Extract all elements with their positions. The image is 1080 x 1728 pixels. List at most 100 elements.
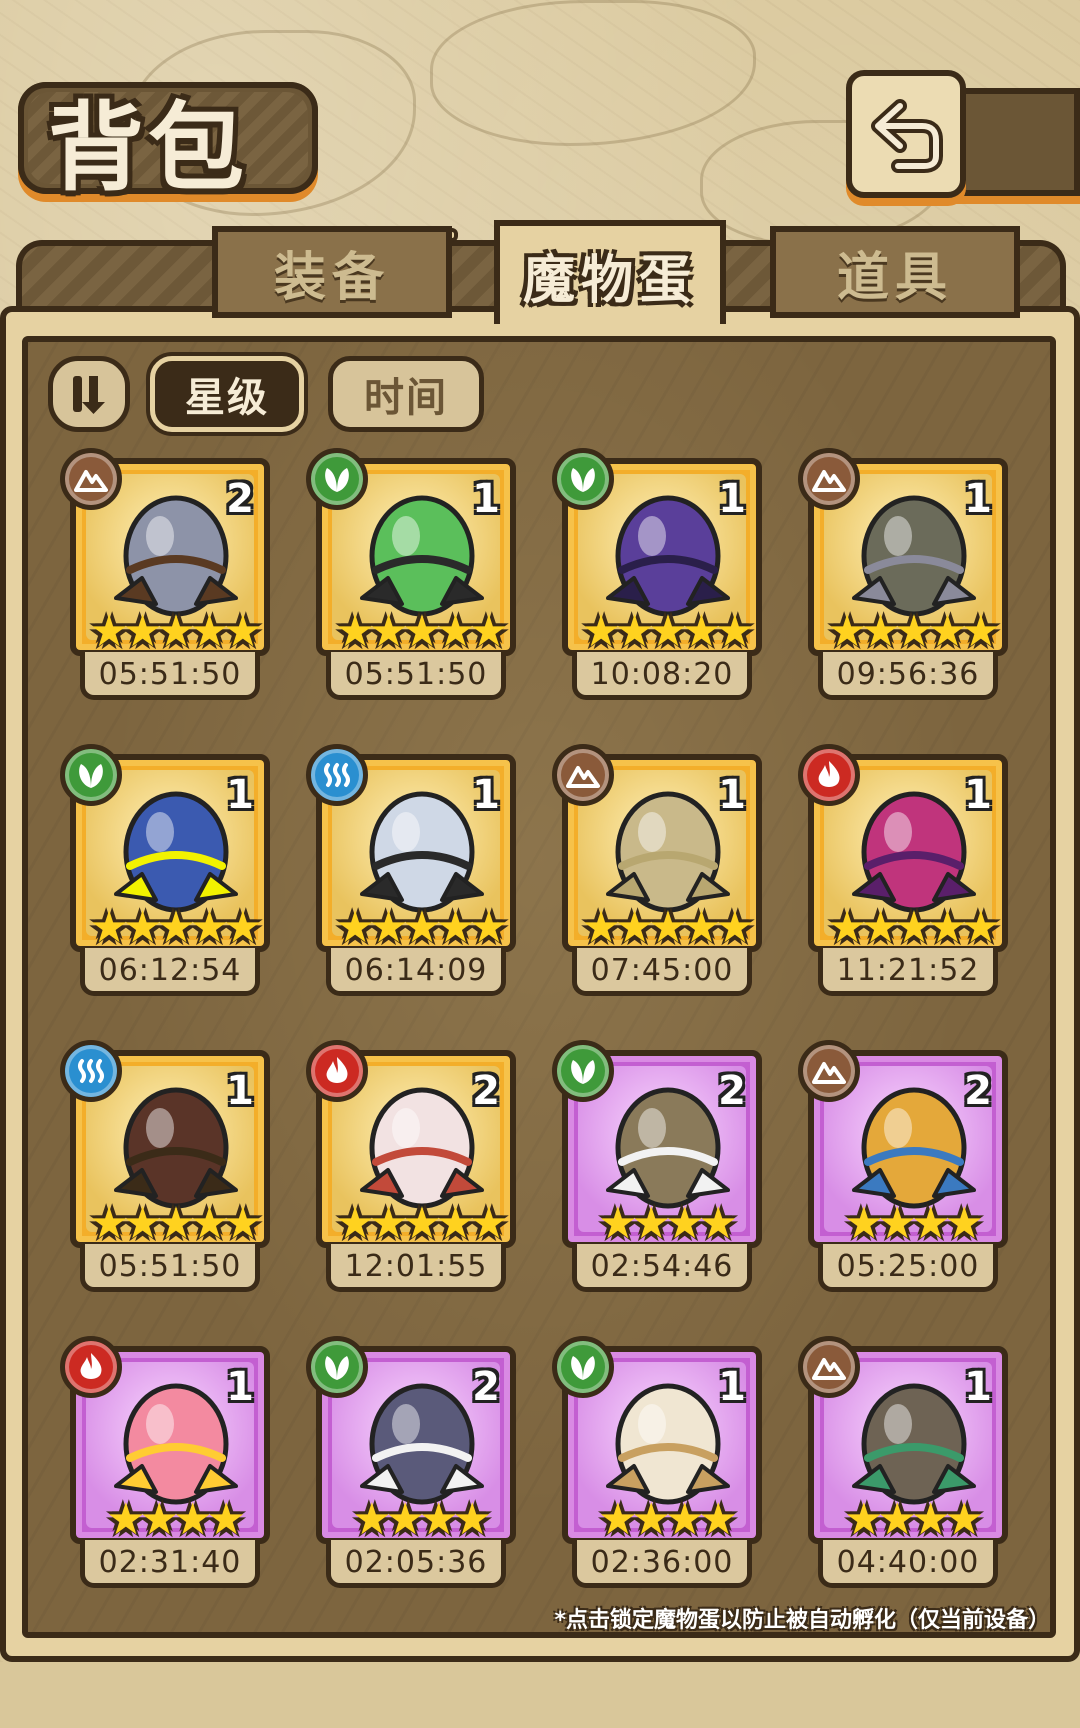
star-rating: ★★★★★: [76, 606, 264, 656]
sort-order-button[interactable]: [48, 356, 130, 432]
star-icon: ★: [715, 902, 755, 952]
star-rating: ★★★★★: [814, 902, 1002, 952]
egg-item[interactable]: 1 ★★★★★ 07:45:00: [552, 744, 782, 1012]
egg-item[interactable]: 1 ★★★★★ 06:14:09: [306, 744, 536, 1012]
earth-element-icon: [60, 448, 122, 510]
tab-items[interactable]: 道具: [770, 226, 1020, 318]
star-icon: ★: [961, 606, 1001, 656]
lock-hint-text: *点击锁定魔物蛋以防止被自动孵化（仅当前设备）: [554, 1608, 1050, 1633]
star-icon: ★: [223, 1198, 263, 1248]
egg-item[interactable]: 2 ★★★★★ 05:51:50: [60, 448, 290, 716]
egg-count: 1: [964, 1364, 992, 1410]
egg-item[interactable]: 1 ★★★★★ 06:12:54: [60, 744, 290, 1012]
water-element-icon: [306, 744, 368, 806]
egg-item[interactable]: 1 ★★★★ 02:31:40: [60, 1336, 290, 1604]
hatch-timer: 05:51:50: [80, 1244, 260, 1292]
star-icon: ★: [469, 606, 509, 656]
star-rating: ★★★★★: [568, 610, 756, 651]
hatch-timer: 05:25:00: [818, 1244, 998, 1292]
egg-item[interactable]: 1 ★★★★ 02:36:00: [552, 1336, 782, 1604]
egg-item[interactable]: 1 ★★★★★ 05:51:50: [60, 1040, 290, 1308]
egg-item[interactable]: 2 ★★★★ 02:05:36: [306, 1336, 536, 1604]
star-rating: ★★★★: [322, 1494, 510, 1544]
star-icon: ★: [698, 1494, 738, 1544]
grass-element-icon: [306, 448, 368, 510]
earth-element-icon: [798, 1336, 860, 1398]
star-icon: ★: [223, 902, 263, 952]
egg-item[interactable]: 1 ★★★★★ 09:56:36: [798, 448, 1028, 716]
grass-element-icon: [306, 1336, 368, 1398]
hatch-timer: 10:08:20: [572, 652, 752, 700]
hatch-timer: 09:56:36: [818, 652, 998, 700]
hatch-timer: 04:40:00: [818, 1540, 998, 1588]
tab-equipment[interactable]: 装备: [212, 226, 452, 318]
star-rating: ★★★★★: [322, 902, 510, 952]
star-rating: ★★★★: [814, 1494, 1002, 1544]
egg-item[interactable]: 2 ★★★★ 05:25:00: [798, 1040, 1028, 1308]
egg-count: 1: [964, 476, 992, 522]
hatch-timer: 05:51:50: [326, 652, 506, 700]
page-title: 背包: [48, 92, 248, 204]
sort-order-icon: [73, 376, 105, 414]
egg-count: 1: [472, 476, 500, 522]
star-icon: ★: [469, 1198, 509, 1248]
earth-element-icon: [798, 448, 860, 510]
bottom-edge: [0, 1662, 1080, 1728]
star-rating: ★★★★★: [322, 606, 510, 656]
egg-count: 1: [718, 476, 746, 522]
egg-count: 2: [964, 1068, 992, 1114]
hatch-timer: 06:14:09: [326, 948, 506, 996]
hatch-timer: 06:12:54: [80, 948, 260, 996]
egg-count: 2: [718, 1068, 746, 1114]
hatch-timer: 12:01:55: [326, 1244, 506, 1292]
star-icon: ★: [206, 1494, 246, 1544]
sort-by-stars-button[interactable]: 星级: [150, 356, 304, 432]
fire-element-icon: [798, 744, 860, 806]
egg-count: 1: [718, 1364, 746, 1410]
star-rating: ★★★★★: [568, 902, 756, 952]
star-icon: ★: [698, 1198, 738, 1248]
star-icon: ★: [452, 1494, 492, 1544]
earth-element-icon: [798, 1040, 860, 1102]
hatch-timer: 11:21:52: [818, 948, 998, 996]
egg-item[interactable]: 1 ★★★★★ 05:51:50: [306, 448, 536, 716]
egg-count: 1: [472, 772, 500, 818]
hatch-timer: 02:05:36: [326, 1540, 506, 1588]
egg-item[interactable]: 1 ★★★★★ 11:21:52: [798, 744, 1028, 1012]
earth-element-icon: [552, 744, 614, 806]
hatch-timer: 02:54:46: [572, 1244, 752, 1292]
star-rating: ★★★★★: [322, 1198, 510, 1248]
fire-element-icon: [60, 1336, 122, 1398]
hatch-timer: 07:45:00: [572, 948, 752, 996]
egg-count: 2: [226, 476, 254, 522]
grass-element-icon: [60, 744, 122, 806]
egg-item[interactable]: 2 ★★★★★ 12:01:55: [306, 1040, 536, 1308]
star-rating: ★★★★★: [76, 1198, 264, 1248]
star-icon: ★: [469, 902, 509, 952]
star-icon: ★: [223, 606, 263, 656]
star-icon: ★: [961, 902, 1001, 952]
egg-count: 2: [472, 1364, 500, 1410]
tab-monster-eggs[interactable]: 魔物蛋: [494, 220, 726, 324]
star-rating: ★★★★★: [76, 902, 264, 952]
star-rating: ★★★★: [814, 1198, 1002, 1248]
egg-item[interactable]: 1 ★★★★ 04:40:00: [798, 1336, 1028, 1604]
back-button[interactable]: [846, 70, 966, 198]
return-arrow-icon: [871, 99, 943, 173]
egg-item[interactable]: 1 ★★★★★ 10:08:20: [552, 448, 782, 716]
grass-element-icon: [552, 1336, 614, 1398]
star-icon: ★: [944, 1494, 984, 1544]
water-element-icon: [60, 1040, 122, 1102]
star-icon: ★: [944, 1198, 984, 1248]
egg-item[interactable]: 2 ★★★★ 02:54:46: [552, 1040, 782, 1308]
map-decoration: [430, 0, 756, 146]
grass-element-icon: [552, 1040, 614, 1102]
egg-count: 1: [718, 772, 746, 818]
hatch-timer: 02:31:40: [80, 1540, 260, 1588]
grass-element-icon: [552, 448, 614, 510]
fire-element-icon: [306, 1040, 368, 1102]
star-rating: ★★★★: [76, 1494, 264, 1544]
hatch-timer: 05:51:50: [80, 652, 260, 700]
egg-count: 1: [226, 1068, 254, 1114]
sort-by-time-button[interactable]: 时间: [328, 356, 484, 432]
